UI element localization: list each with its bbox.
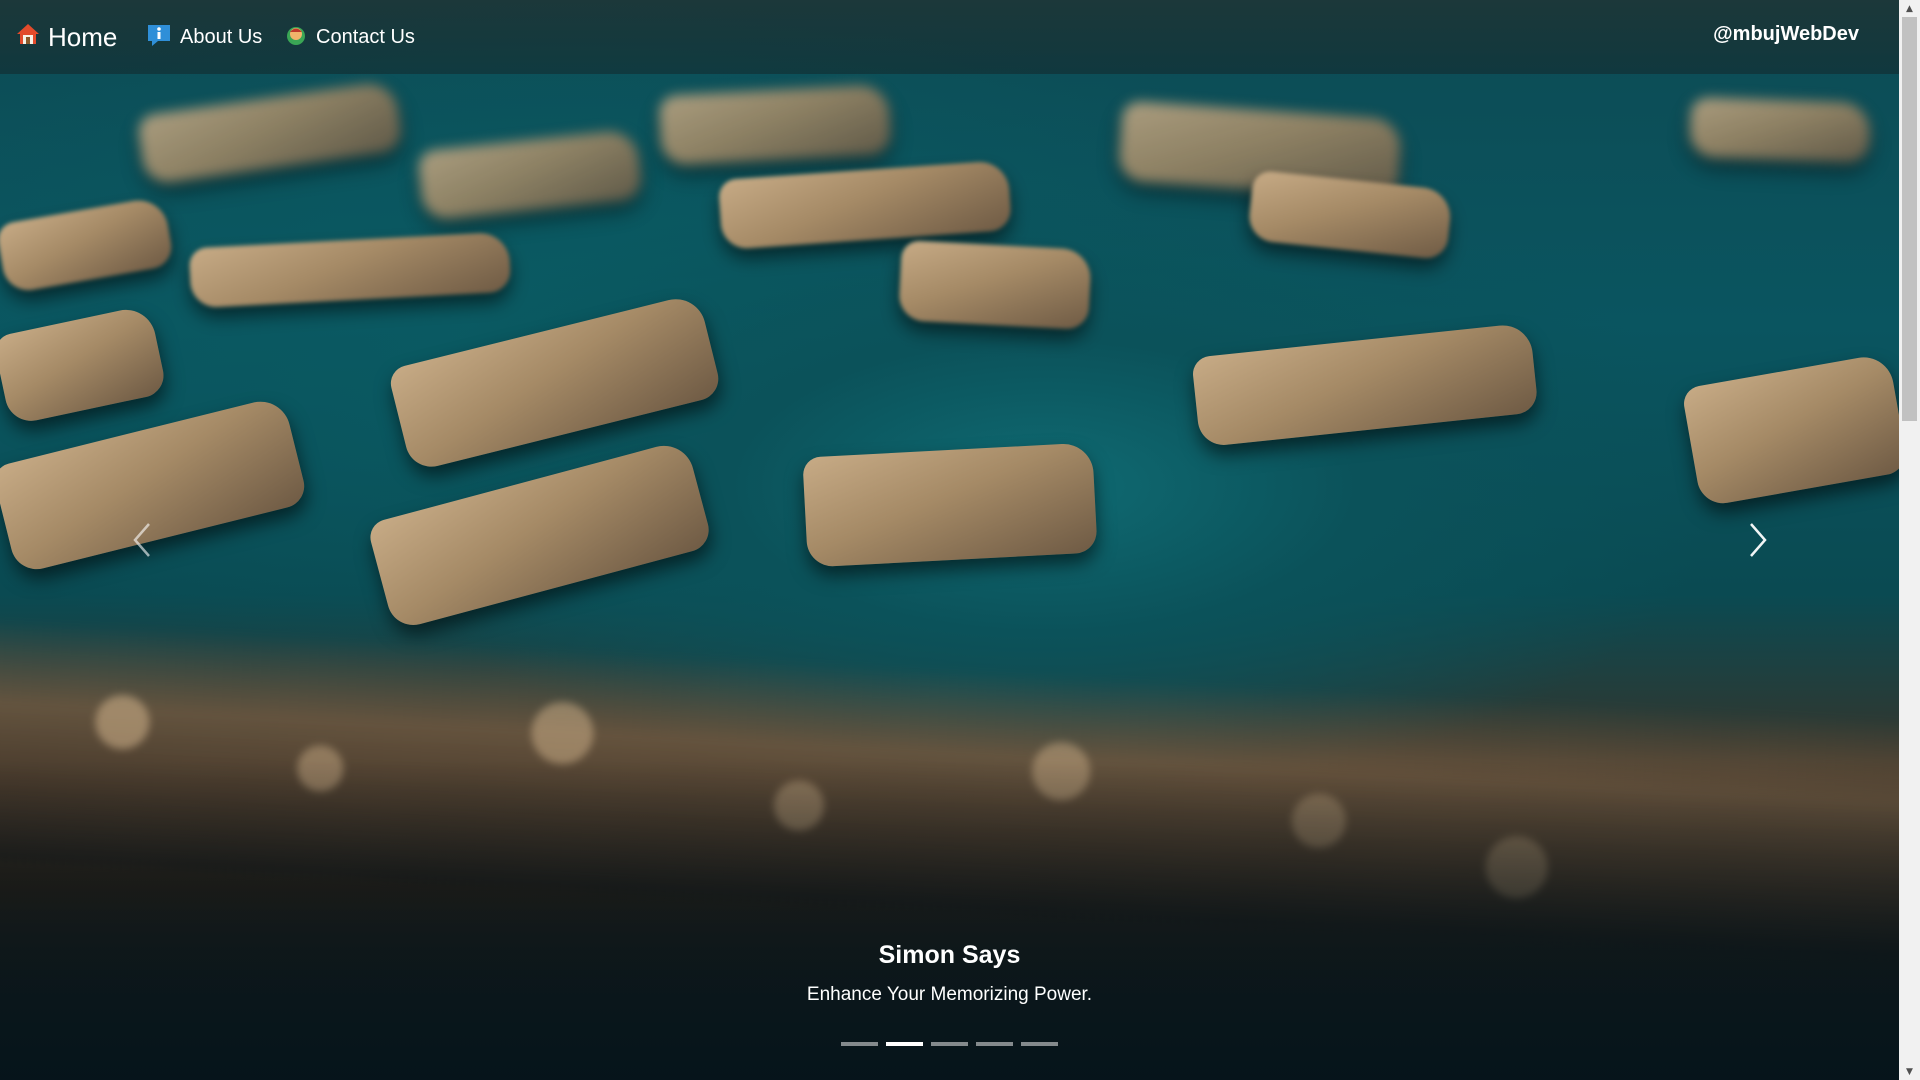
puzzle-piece <box>1191 322 1539 448</box>
puzzle-piece <box>387 292 723 473</box>
contact-person-icon <box>284 23 308 52</box>
bottom-shade <box>0 760 1899 1080</box>
house-icon <box>16 22 40 53</box>
puzzle-piece <box>802 442 1098 568</box>
carousel-prev-button[interactable] <box>122 515 162 565</box>
nav-home-link[interactable]: Home <box>16 0 117 74</box>
carousel-indicator[interactable] <box>1021 1042 1058 1046</box>
chevron-right-icon <box>1750 523 1767 557</box>
scroll-up-arrow-icon[interactable]: ▲ <box>1899 0 1920 17</box>
puzzle-piece <box>188 231 512 309</box>
page: Simon Says Enhance Your Memorizing Power… <box>0 0 1920 1080</box>
puzzle-piece <box>416 128 644 222</box>
scrollbar-thumb[interactable] <box>1902 17 1917 421</box>
nav-home-label: Home <box>48 21 118 52</box>
nav-contact-label: Contact Us <box>316 25 415 48</box>
puzzle-piece <box>0 304 168 426</box>
hero-carousel: Simon Says Enhance Your Memorizing Power… <box>0 0 1899 1080</box>
info-icon <box>146 22 172 53</box>
nav-about-link[interactable]: About Us <box>146 0 262 74</box>
carousel-indicator[interactable] <box>841 1042 878 1046</box>
carousel-indicator[interactable] <box>886 1042 923 1046</box>
nav-contact-link[interactable]: Contact Us <box>284 0 415 74</box>
carousel-caption: Simon Says Enhance Your Memorizing Power… <box>0 936 1899 1010</box>
puzzle-piece <box>136 80 404 186</box>
puzzle-piece <box>658 84 892 166</box>
puzzle-piece <box>1689 96 1871 164</box>
carousel-indicators <box>0 1042 1899 1046</box>
caption-text: Enhance Your Memorizing Power. <box>806 984 1093 1005</box>
puzzle-piece <box>898 240 1092 330</box>
navbar: Home About Us Contact Us @mbujWebDev <box>0 0 1899 74</box>
carousel-indicator[interactable] <box>976 1042 1013 1046</box>
carousel-next-button[interactable] <box>1738 515 1778 565</box>
brand-handle: @mbujWebDev <box>1713 22 1859 45</box>
caption-title: Simon Says <box>878 941 1021 969</box>
nav-about-label: About Us <box>180 25 263 48</box>
vertical-scrollbar[interactable]: ▲ ▼ <box>1899 0 1920 1080</box>
carousel-indicator[interactable] <box>931 1042 968 1046</box>
puzzle-piece <box>717 159 1013 251</box>
chevron-left-icon <box>133 523 150 557</box>
scroll-down-arrow-icon[interactable]: ▼ <box>1899 1063 1920 1080</box>
puzzle-piece <box>366 439 714 631</box>
puzzle-piece <box>1246 169 1454 261</box>
puzzle-piece <box>1681 352 1899 508</box>
puzzle-piece <box>0 195 175 295</box>
